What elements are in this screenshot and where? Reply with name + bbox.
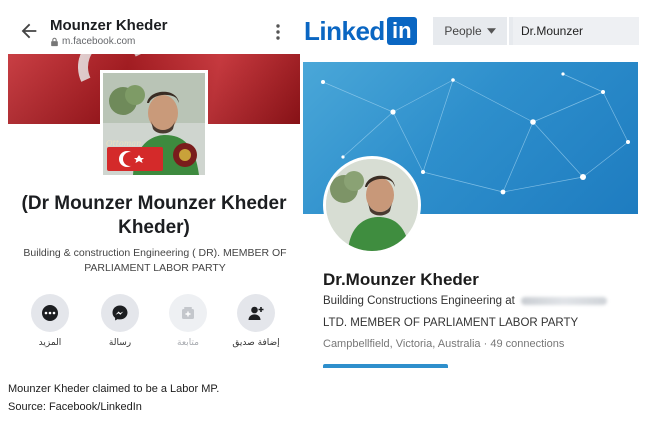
page-title: Mounzer Kheder [50,17,168,34]
caption-line-1: Mounzer Kheder claimed to be a Labor MP. [8,383,220,395]
profile-photo-image [326,159,418,251]
add-friend-button-label: إضافة صديق [232,338,280,348]
follow-button-label: متابعة [177,338,199,348]
messenger-icon [112,305,128,321]
facebook-top-bar: Mounzer Kheder m.facebook.com [8,8,300,54]
back-arrow-icon[interactable] [18,20,40,42]
more-horizontal-icon [42,305,58,321]
profile-name: (Dr Mounzer Mounzer Kheder Kheder) [21,193,287,238]
caption-line-2: Source: Facebook/LinkedIn [8,401,142,413]
message-button-label: رسالة [108,338,132,348]
connections-count[interactable]: 49 connections [490,338,564,350]
linkedin-profile-picture[interactable] [323,156,421,254]
headline-line-2: LTD. MEMBER OF PARLIAMENT LABOR PARTY [323,317,579,329]
headline-text: Building Constructions Engineering at [323,295,515,307]
linkedin-profile-card: Dr.Mounzer Kheder Building Constructions… [303,62,638,368]
more-button[interactable]: المزيد [22,294,78,348]
headline-line-1: Building Constructions Engineering at [323,295,607,307]
blurred-company-name [520,296,607,305]
linkedin-logo-text: Linked [304,15,385,46]
search-category-dropdown[interactable]: People [433,17,509,45]
profile-meta: Campbellfield, Victoria, Australia · 49 … [323,338,564,350]
chevron-down-icon [486,28,496,34]
add-friend-button[interactable]: إضافة صديق [228,294,284,348]
meta-separator: · [483,338,488,350]
url-row: m.facebook.com [50,36,135,47]
location-text: Campbellfield, Victoria, Australia [323,338,481,350]
page-url: m.facebook.com [62,36,136,47]
lock-icon [51,37,58,46]
avatar-text: Ottoman [106,139,141,148]
profile-photo-image: Ottoman [103,73,205,175]
connect-button-edge[interactable] [323,364,448,368]
more-button-label: المزيد [38,338,62,348]
linkedin-search-bar: People Dr.Mounzer [433,17,639,45]
profile-picture[interactable]: Ottoman [100,70,208,178]
message-button[interactable]: رسالة [92,294,148,348]
more-vertical-icon[interactable] [270,23,286,41]
linkedin-profile-name: Dr.Mounzer Kheder [323,270,479,289]
action-buttons: المزيد رسالة متابعة إضافة صديق [8,294,300,354]
search-input[interactable]: Dr.Mounzer [513,17,639,45]
follow-button[interactable]: متابعة [160,294,216,348]
profile-bio: Building & construction Engineering ( DR… [23,247,287,274]
follow-icon [182,307,194,319]
add-friend-icon [248,306,264,320]
search-category-label: People [444,24,482,38]
image-caption: Mounzer Kheder claimed to be a Labor MP.… [8,380,219,416]
linkedin-logo[interactable]: Linked in [304,16,417,46]
facebook-profile-panel: Mounzer Kheder m.facebook.com Ottoman (D… [8,8,300,370]
linkedin-logo-box: in [386,17,417,45]
